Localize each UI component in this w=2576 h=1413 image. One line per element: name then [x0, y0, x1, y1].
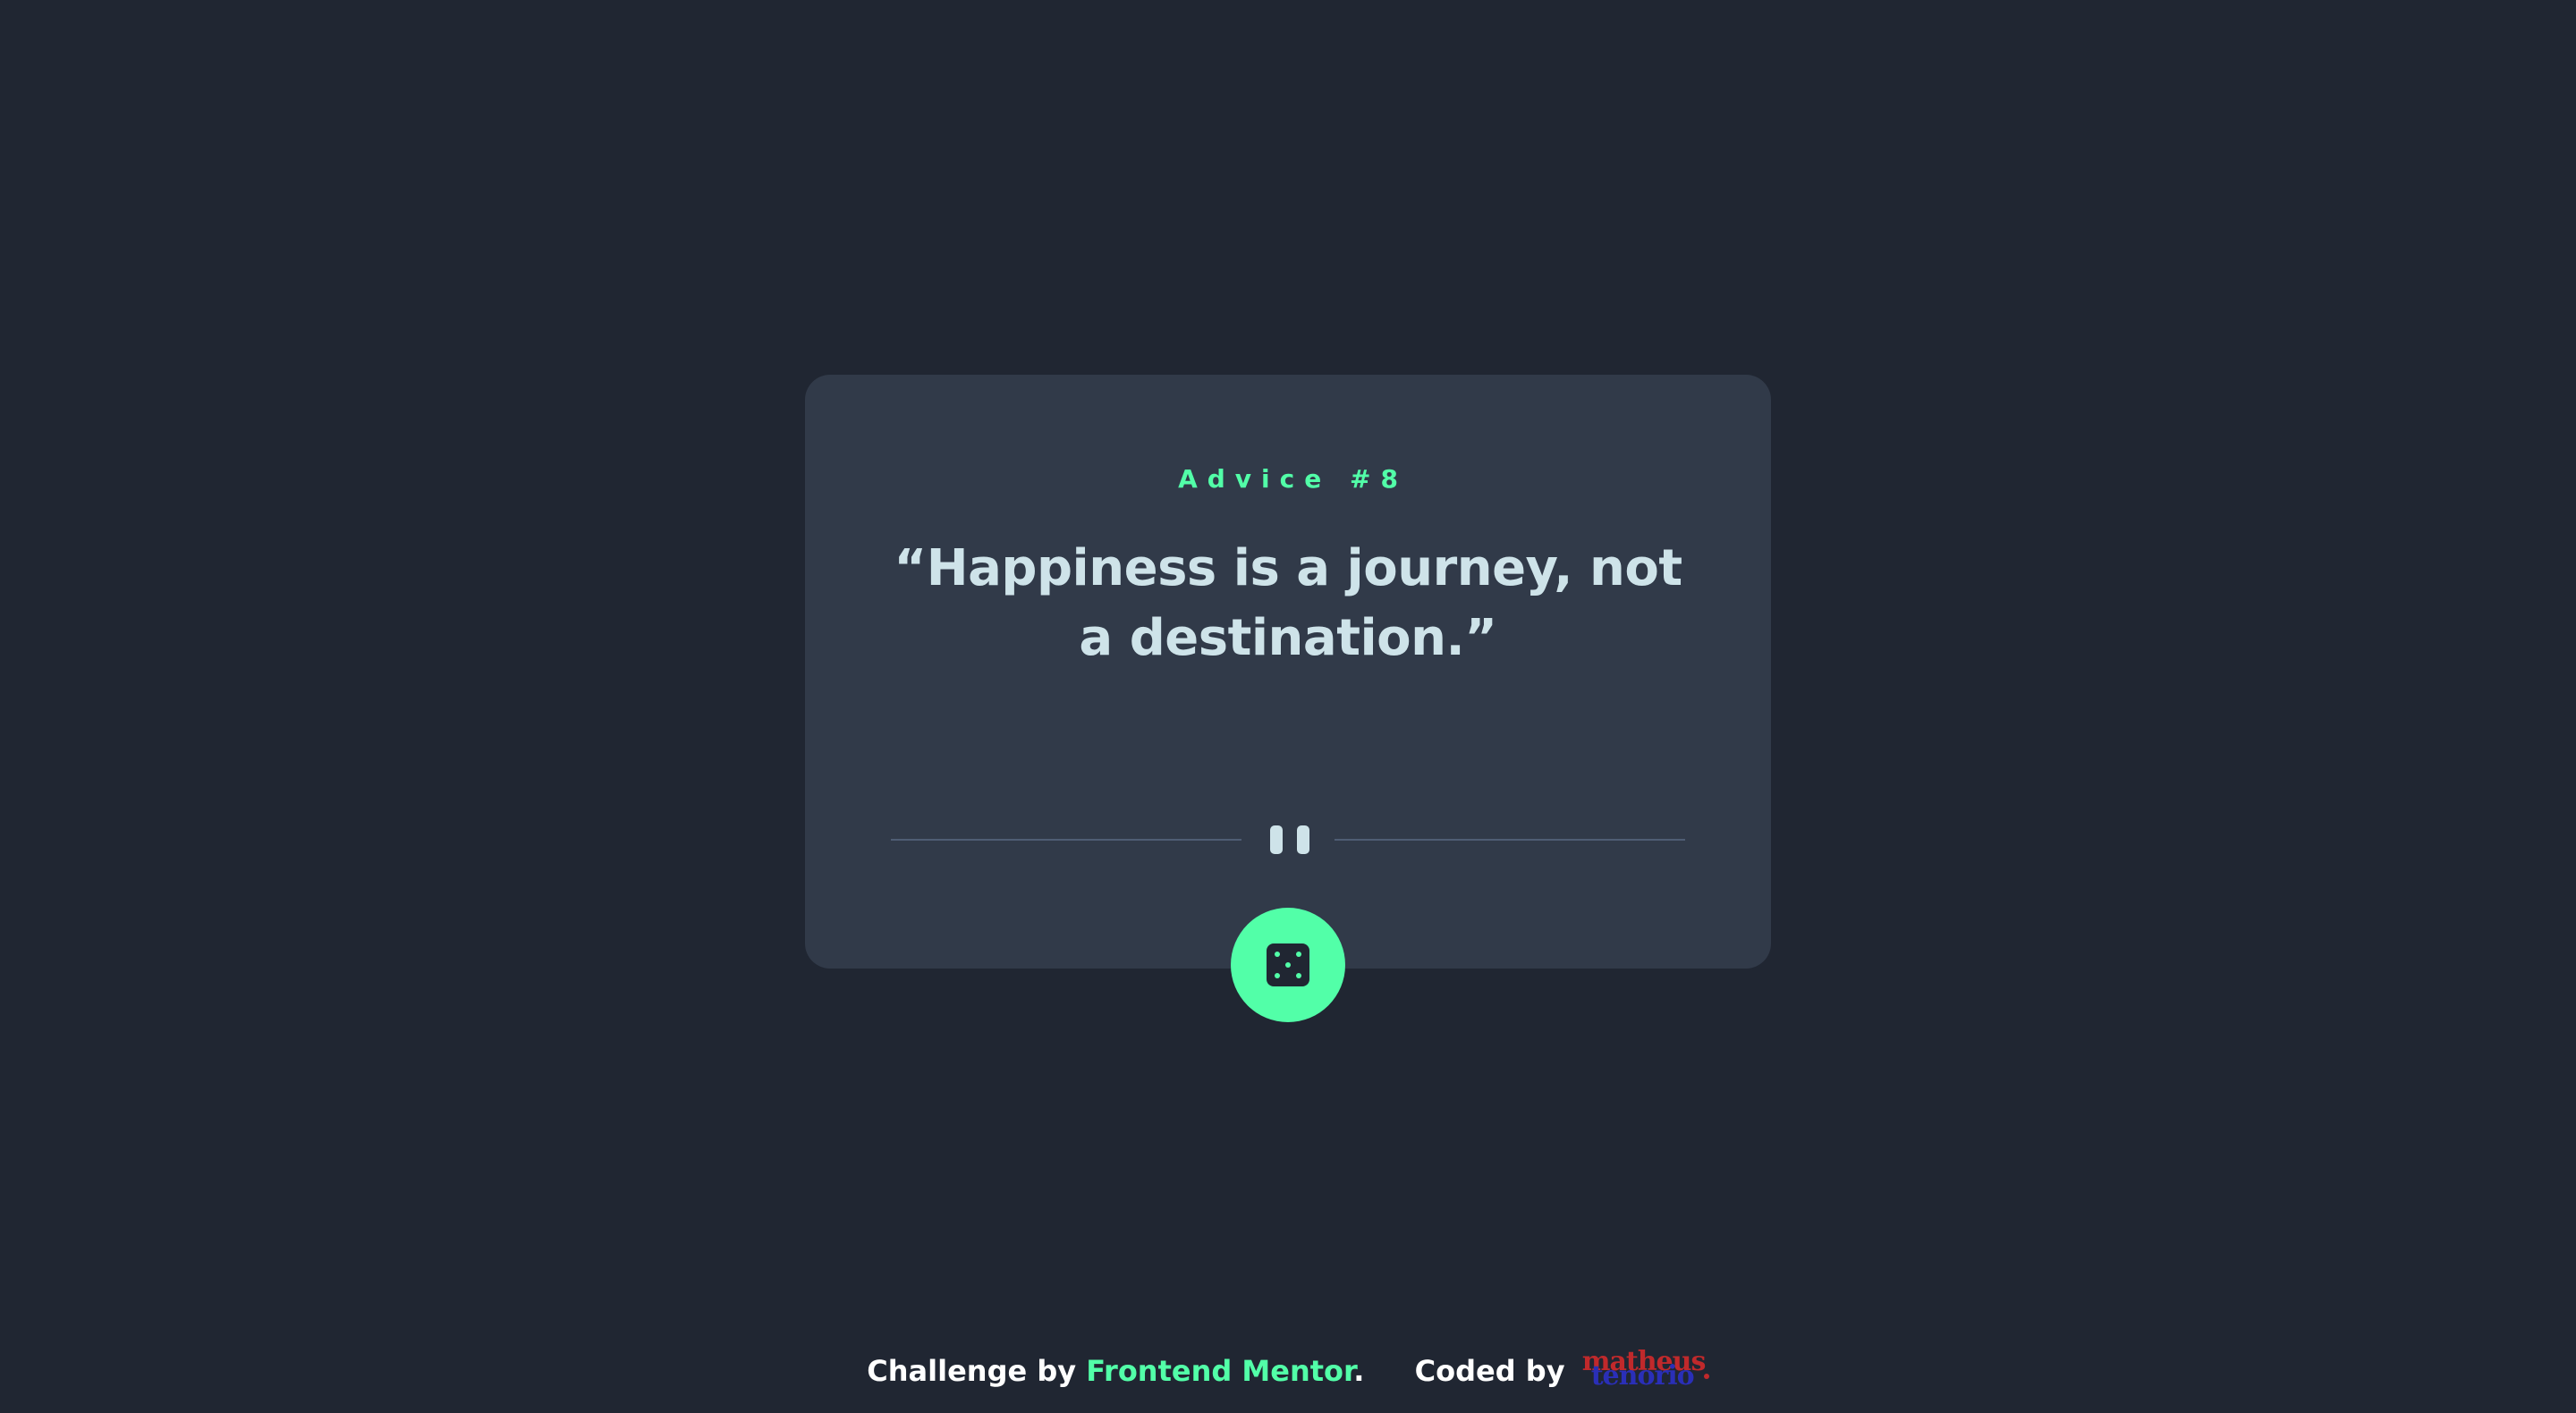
pause-bar-right: [1297, 825, 1309, 854]
challenge-suffix: .: [1353, 1354, 1365, 1388]
advice-card: Advice #8 “Happiness is a journey, not a…: [805, 375, 1771, 969]
advice-id: Advice #8: [1178, 464, 1408, 494]
dice-pip: [1296, 952, 1301, 957]
coded-by-prefix: Coded by: [1414, 1354, 1565, 1388]
frontend-mentor-link[interactable]: Frontend Mentor: [1086, 1354, 1353, 1388]
advice-quote: “Happiness is a journey, not a destinati…: [894, 539, 1682, 667]
author-logo[interactable]: matheus tenorio: [1582, 1349, 1709, 1392]
dice-pip: [1275, 973, 1280, 978]
challenge-prefix: Challenge by: [867, 1354, 1077, 1388]
divider: [891, 822, 1685, 858]
dice-icon: [1267, 943, 1309, 986]
page: Advice #8 “Happiness is a journey, not a…: [0, 0, 2576, 1413]
dice-pip: [1275, 952, 1280, 957]
author-logo-line2: tenorio: [1590, 1360, 1695, 1392]
dice-pip: [1285, 962, 1291, 968]
author-logo-dot: [1703, 1374, 1709, 1379]
pause-bar-left: [1270, 825, 1283, 854]
pause-icon: [1270, 825, 1309, 854]
new-advice-button[interactable]: [1231, 908, 1345, 1022]
divider-line-right: [1335, 839, 1685, 841]
attribution-footer: Challenge by Frontend Mentor. Coded by m…: [0, 1349, 2576, 1392]
dice-pip: [1296, 973, 1301, 978]
divider-line-left: [891, 839, 1241, 841]
